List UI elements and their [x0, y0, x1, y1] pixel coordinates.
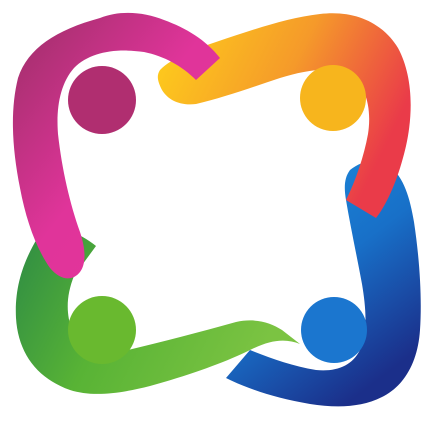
pink-arm-shape	[12, 12, 221, 279]
people-ring-logo-icon	[12, 12, 421, 407]
blue-arm-shape	[226, 161, 421, 407]
bottom-left-head-icon	[68, 296, 136, 364]
top-left-head-icon	[68, 66, 136, 134]
bottom-right-head-icon	[301, 297, 367, 363]
top-right-head-icon	[300, 65, 366, 131]
logo-canvas	[0, 0, 434, 434]
